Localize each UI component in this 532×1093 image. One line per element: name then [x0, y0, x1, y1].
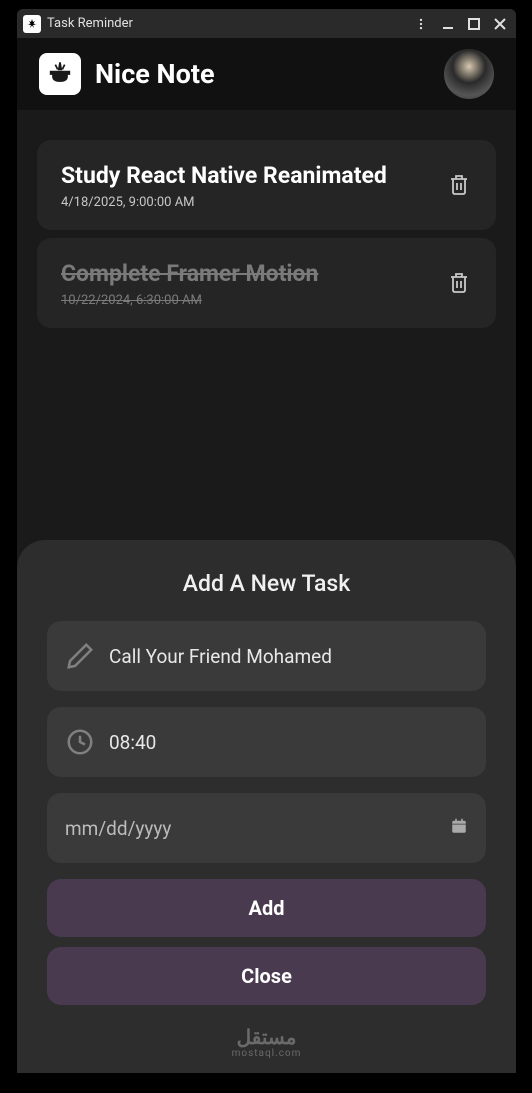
window-controls: [414, 17, 510, 31]
task-list: Study React Native Reanimated 4/18/2025,…: [17, 110, 516, 328]
content-area: Nice Note Study React Native Reanimated …: [17, 38, 516, 1073]
modal-title: Add A New Task: [47, 570, 486, 597]
brand-latin: mostaql.com: [232, 1049, 302, 1059]
close-icon[interactable]: [494, 18, 506, 30]
task-card[interactable]: Study React Native Reanimated 4/18/2025,…: [37, 140, 496, 230]
brand-arabic: مستقل: [237, 1027, 297, 1047]
task-info: Complete Framer Motion 10/22/2024, 6:30:…: [61, 260, 430, 308]
date-placeholder: mm/dd/yyyy: [65, 817, 436, 840]
minimize-icon[interactable]: [442, 18, 454, 30]
maximize-icon[interactable]: [468, 18, 480, 30]
pencil-icon: [65, 641, 95, 671]
add-button[interactable]: Add: [47, 879, 486, 937]
task-name-row: [47, 621, 486, 691]
titlebar: Task Reminder: [17, 9, 516, 38]
app-window: Task Reminder Nice Note: [17, 9, 516, 1073]
task-card[interactable]: Complete Framer Motion 10/22/2024, 6:30:…: [37, 238, 496, 328]
delete-button[interactable]: [444, 171, 474, 201]
task-date: 4/18/2025, 9:00:00 AM: [61, 195, 430, 210]
calendar-icon[interactable]: [450, 817, 468, 839]
add-task-modal: Add A New Task mm/dd/yyyy Add: [17, 540, 516, 1073]
task-date-row[interactable]: mm/dd/yyyy: [47, 793, 486, 863]
avatar[interactable]: [444, 49, 494, 99]
delete-button[interactable]: [444, 269, 474, 299]
task-title: Study React Native Reanimated: [61, 162, 430, 189]
footer-brand: مستقل mostaql.com: [47, 1021, 486, 1059]
task-title: Complete Framer Motion: [61, 260, 430, 287]
window-title: Task Reminder: [47, 16, 408, 31]
task-name-input[interactable]: [109, 645, 468, 668]
more-icon[interactable]: [414, 17, 428, 31]
task-time-input[interactable]: [109, 731, 468, 754]
task-date: 10/22/2024, 6:30:00 AM: [61, 293, 430, 308]
trash-icon: [447, 269, 471, 299]
task-info: Study React Native Reanimated 4/18/2025,…: [61, 162, 430, 210]
clock-icon: [65, 727, 95, 757]
app-header: Nice Note: [17, 38, 516, 110]
trash-icon: [447, 171, 471, 201]
close-button[interactable]: Close: [47, 947, 486, 1005]
logo-icon: [39, 53, 81, 95]
task-time-row: [47, 707, 486, 777]
app-title: Nice Note: [95, 58, 430, 90]
app-icon: [23, 15, 41, 33]
